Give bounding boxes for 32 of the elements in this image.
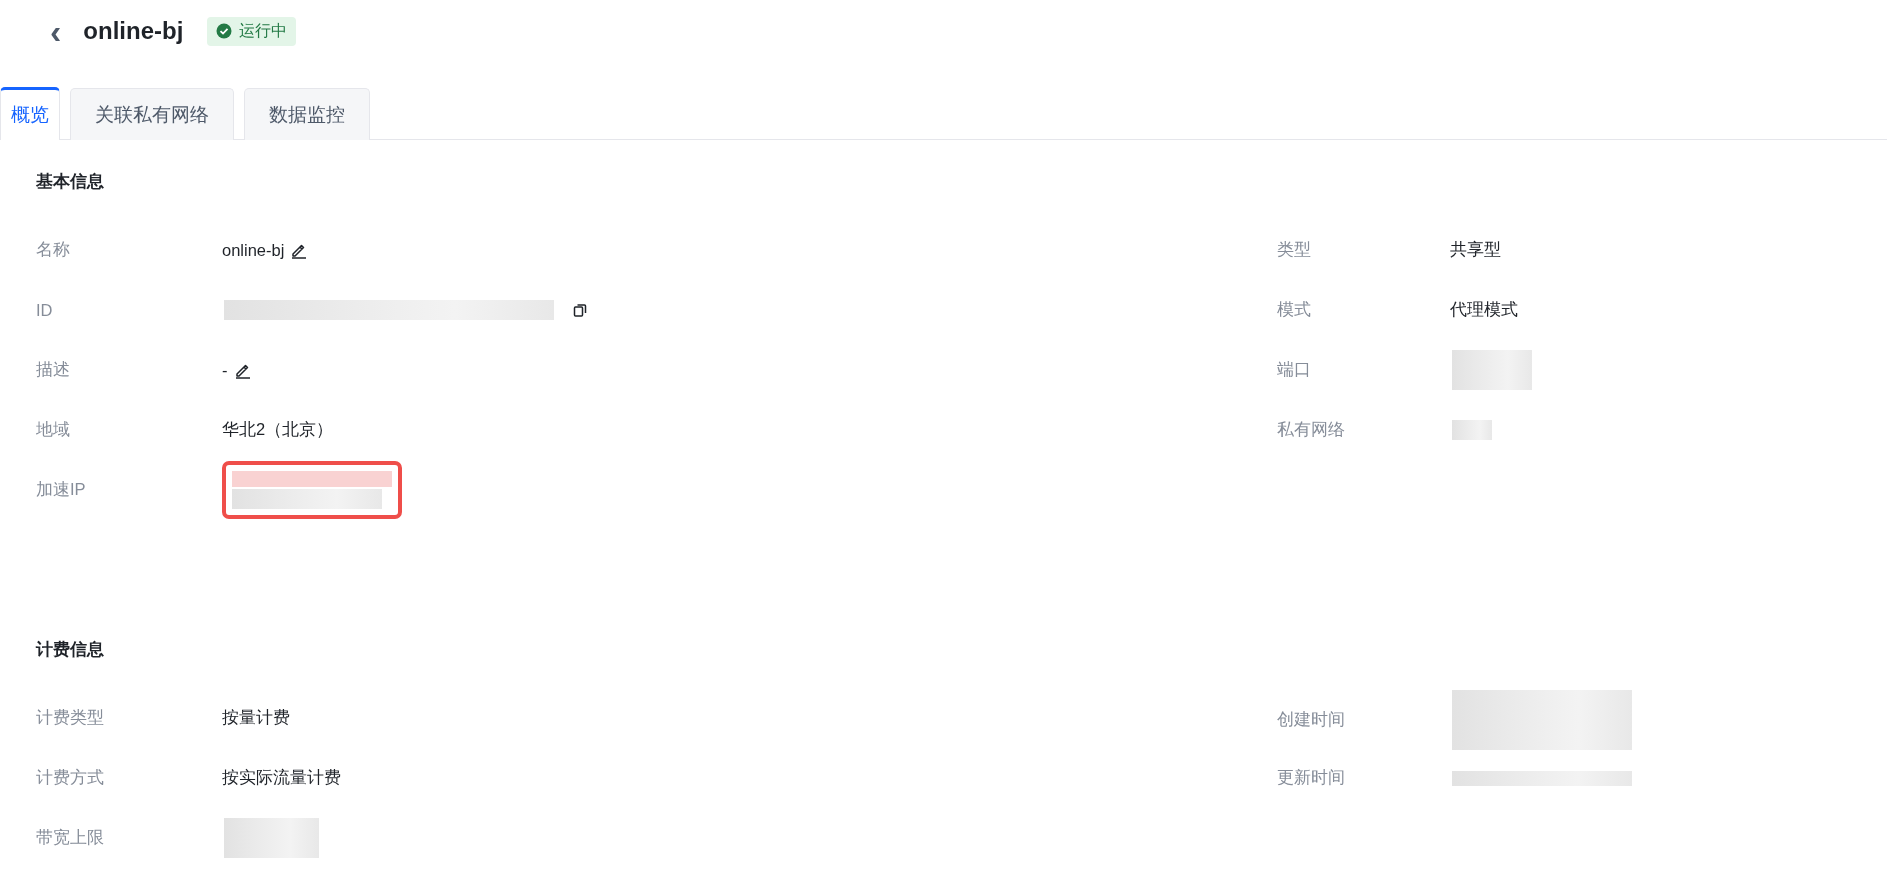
field-value: 按量计费 xyxy=(222,707,290,728)
field-label: 地域 xyxy=(36,419,71,440)
redacted-block xyxy=(1450,418,1494,442)
field-label: 名称 xyxy=(36,239,71,260)
field-label: 类型 xyxy=(1277,239,1312,260)
field-value: 共享型 xyxy=(1450,239,1501,260)
field-label: 描述 xyxy=(36,359,71,380)
field-label: 更新时间 xyxy=(1277,767,1346,788)
tab[interactable]: 概览 xyxy=(0,87,60,140)
field-value: 代理模式 xyxy=(1450,299,1518,320)
field-value: online-bj xyxy=(222,240,285,260)
back-button[interactable]: ‹ xyxy=(46,14,66,48)
field-label: 模式 xyxy=(1277,299,1312,320)
field-label: 端口 xyxy=(1277,359,1312,380)
field-value: - xyxy=(222,360,228,380)
page-title: online-bj xyxy=(83,17,184,45)
tab[interactable]: 关联私有网络 xyxy=(70,88,234,140)
status-badge: 运行中 xyxy=(207,16,297,46)
field-value: 华北2（北京） xyxy=(222,419,334,440)
field-label: 计费方式 xyxy=(36,767,105,788)
field-label: 加速IP xyxy=(36,479,87,500)
field-value: 按实际流量计费 xyxy=(222,767,341,788)
field-label: 创建时间 xyxy=(1277,709,1346,730)
field-label: ID xyxy=(36,300,54,320)
tab[interactable]: 数据监控 xyxy=(244,88,370,140)
field-label: 计费类型 xyxy=(36,707,105,728)
copy-icon[interactable] xyxy=(572,302,588,318)
field-label: 带宽上限 xyxy=(36,827,105,848)
field-label: 私有网络 xyxy=(1277,419,1346,440)
section-title: 计费信息 xyxy=(36,639,105,661)
section-title: 基本信息 xyxy=(36,171,105,193)
check-circle-icon xyxy=(216,23,233,39)
